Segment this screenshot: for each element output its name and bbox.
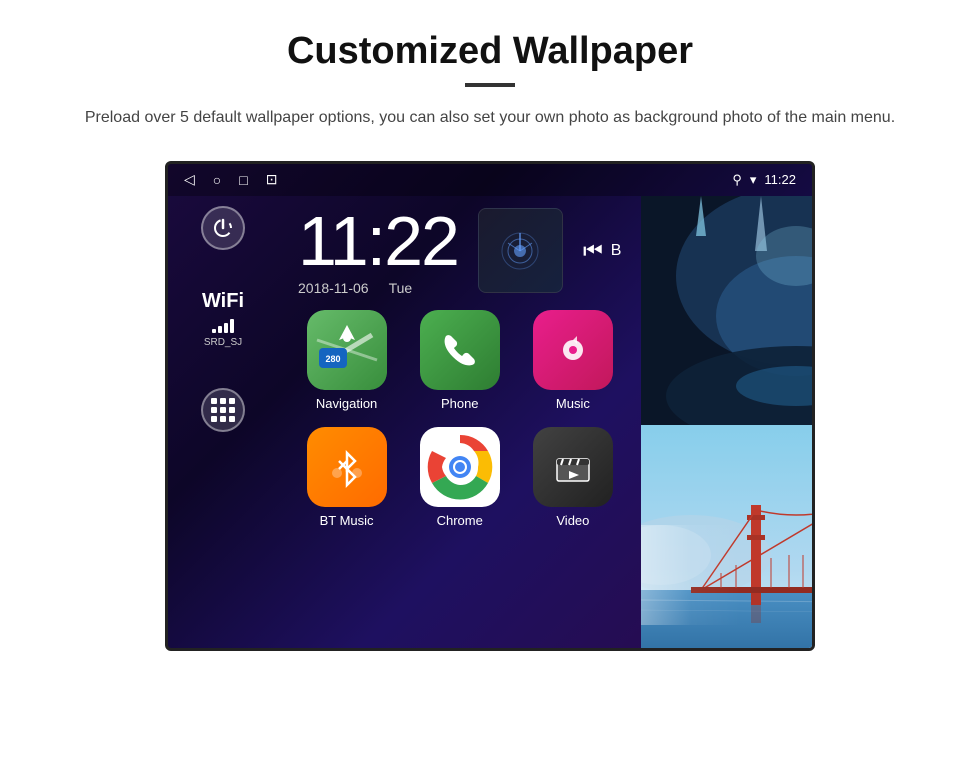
- wallpaper-bridge[interactable]: CarSetting: [641, 425, 815, 651]
- page-title: Customized Wallpaper: [60, 30, 920, 73]
- page-subtitle: Preload over 5 default wallpaper options…: [60, 105, 920, 131]
- status-bar: ◁ ○ □ ⊡ ⚲ ▾ 11:22: [168, 164, 812, 196]
- apps-dot: [229, 416, 235, 422]
- app-label-phone: Phone: [441, 396, 479, 411]
- app-label-chrome: Chrome: [437, 513, 483, 528]
- location-icon: ⚲: [732, 172, 742, 188]
- wifi-bar-4: [230, 319, 234, 333]
- clock-date: 2018-11-06 Tue: [298, 280, 458, 296]
- app-item-music[interactable]: Music: [524, 310, 621, 411]
- sidebar: WiFi SRD_SJ: [168, 196, 278, 651]
- chrome-icon: [420, 427, 500, 507]
- clock-area: 11:22 2018-11-06 Tue: [278, 196, 641, 296]
- app-label-video: Video: [556, 513, 589, 528]
- apps-dot: [211, 416, 217, 422]
- power-button[interactable]: [201, 206, 245, 250]
- app-item-bt-music[interactable]: BT Music: [298, 427, 395, 528]
- wallpaper-ice[interactable]: [641, 196, 815, 425]
- media-widget: [478, 208, 563, 293]
- wifi-signal-icon: ▾: [750, 172, 757, 188]
- recent-nav-icon[interactable]: □: [239, 172, 247, 188]
- music-icon: [533, 310, 613, 390]
- apps-dot: [229, 407, 235, 413]
- track-label: B: [611, 242, 622, 260]
- apps-grid-icon: [211, 398, 235, 422]
- phone-icon: [420, 310, 500, 390]
- status-bar-right: ⚲ ▾ 11:22: [732, 172, 796, 188]
- screen-content: WiFi SRD_SJ: [168, 196, 812, 651]
- screenshot-icon[interactable]: ⊡: [266, 171, 278, 188]
- wallpaper-ice-image: [641, 196, 815, 425]
- app-label-music: Music: [556, 396, 590, 411]
- wifi-bar-3: [224, 323, 228, 333]
- status-time: 11:22: [764, 172, 796, 187]
- clock-info: 11:22 2018-11-06 Tue: [298, 206, 458, 296]
- app-item-navigation[interactable]: 280 Navigation: [298, 310, 395, 411]
- wallpaper-panel: CarSetting: [641, 196, 815, 651]
- status-bar-left: ◁ ○ □ ⊡: [184, 171, 277, 188]
- android-screen: ◁ ○ □ ⊡ ⚲ ▾ 11:22: [165, 161, 815, 651]
- wifi-bars: [212, 317, 234, 333]
- prev-track-button[interactable]: ⏮: [583, 238, 603, 264]
- app-item-chrome[interactable]: Chrome: [411, 427, 508, 528]
- wifi-ssid: SRD_SJ: [204, 337, 242, 348]
- home-nav-icon[interactable]: ○: [213, 172, 221, 188]
- wifi-bar-2: [218, 326, 222, 333]
- navigation-icon: 280: [307, 310, 387, 390]
- app-item-phone[interactable]: Phone: [411, 310, 508, 411]
- clock-time: 11:22: [298, 206, 458, 276]
- apps-dot: [229, 398, 235, 404]
- apps-dot: [211, 407, 217, 413]
- app-label-navigation: Navigation: [316, 396, 377, 411]
- wifi-label: WiFi: [202, 290, 244, 313]
- wallpaper-bridge-image: [641, 425, 815, 651]
- video-icon: [533, 427, 613, 507]
- apps-dot: [220, 407, 226, 413]
- apps-dot: [220, 398, 226, 404]
- apps-dot: [220, 416, 226, 422]
- bt-music-icon: [307, 427, 387, 507]
- apps-button[interactable]: [201, 388, 245, 432]
- app-grid: 280 Navigation Ph: [278, 296, 641, 542]
- main-content: 11:22 2018-11-06 Tue: [278, 196, 641, 651]
- title-divider: [465, 83, 515, 87]
- back-nav-icon[interactable]: ◁: [184, 171, 195, 188]
- device-container: ◁ ○ □ ⊡ ⚲ ▾ 11:22: [60, 161, 920, 651]
- apps-dot: [211, 398, 217, 404]
- clock-date-value: 2018-11-06: [298, 280, 369, 296]
- svg-text:280: 280: [325, 354, 340, 364]
- clock-day-value: Tue: [389, 280, 413, 296]
- media-controls: ⏮ B: [583, 238, 621, 264]
- wifi-widget: WiFi SRD_SJ: [202, 290, 244, 348]
- app-item-video[interactable]: Video: [524, 427, 621, 528]
- app-label-bt-music: BT Music: [320, 513, 374, 528]
- wifi-bar-1: [212, 329, 216, 333]
